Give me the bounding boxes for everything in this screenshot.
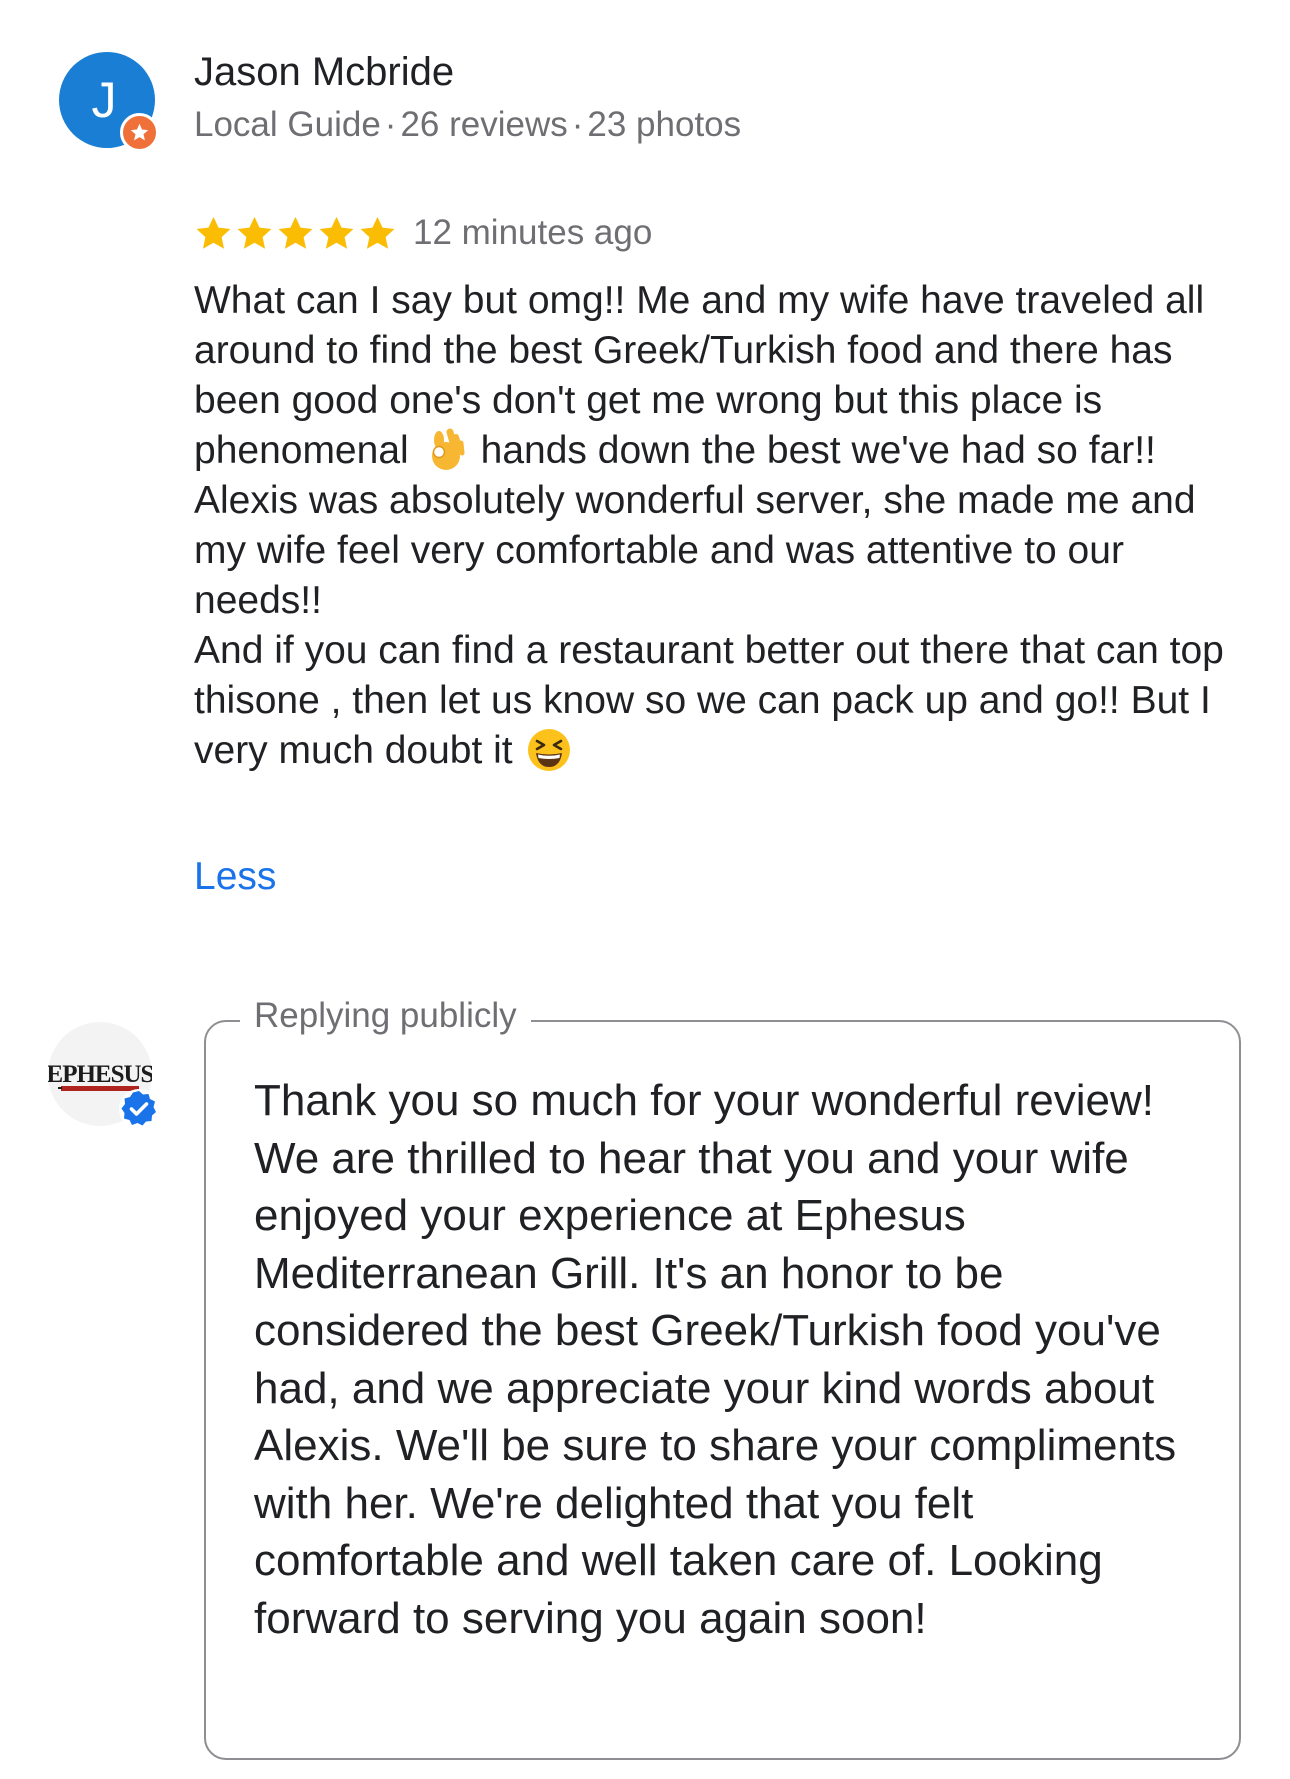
reviewer-name[interactable]: Jason Mcbride: [194, 50, 454, 95]
local-guide-star-icon: [120, 113, 159, 152]
star-icon: [196, 216, 231, 249]
grinning-squinting-face-emoji-icon: [527, 728, 571, 772]
reviewer-meta: Local Guide · 26 reviews · 23 photos: [194, 105, 741, 145]
ok-hand-emoji-icon: [423, 428, 467, 472]
star-icon: [278, 216, 313, 249]
review-text: What can I say but omg!! Me and my wife …: [194, 276, 1254, 776]
avatar-initial: J: [91, 72, 117, 128]
reply-input-box[interactable]: Replying publicly Thank you so much for …: [204, 996, 1241, 1760]
rating-row: 12 minutes ago: [194, 212, 652, 254]
reply-text[interactable]: Thank you so much for your wonderful rev…: [254, 1072, 1214, 1647]
photo-count: 23 photos: [587, 105, 742, 144]
review-time: 12 minutes ago: [413, 213, 653, 252]
verified-check-icon: [119, 1089, 159, 1129]
star-rating: [194, 214, 397, 253]
less-link[interactable]: Less: [194, 855, 276, 899]
star-icon: [319, 216, 354, 249]
ephesus-logo-text: EPHESUS: [48, 1061, 152, 1088]
star-icon: [360, 216, 395, 249]
review-text-part2: hands down the best we've had so far!! A…: [194, 429, 1224, 772]
meta-separator: ·: [571, 105, 584, 144]
review-count: 26 reviews: [400, 105, 568, 144]
star-icon: [237, 216, 272, 249]
meta-separator: ·: [384, 105, 397, 144]
replying-publicly-label: Replying publicly: [240, 996, 531, 1036]
local-guide-label: Local Guide: [194, 105, 381, 144]
